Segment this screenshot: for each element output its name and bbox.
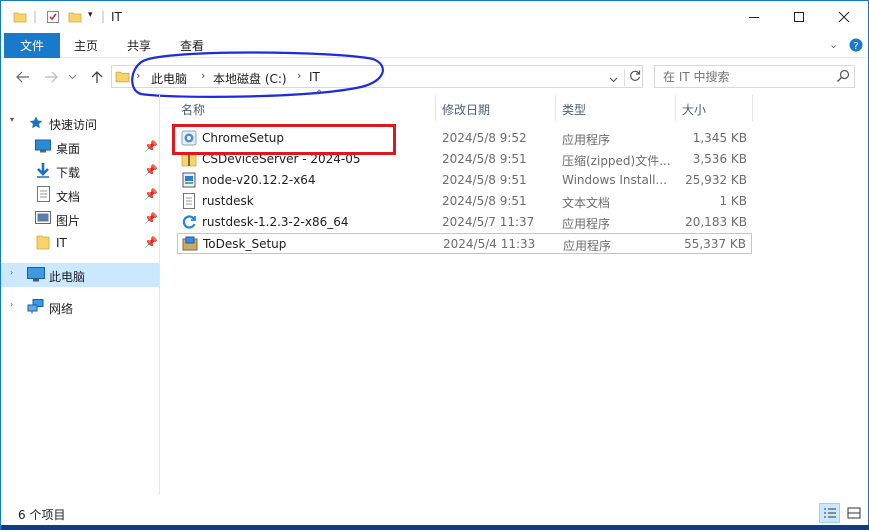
desktop-icon — [35, 139, 51, 156]
sidebar-item-downloads[interactable]: 下载 📌 — [1, 159, 159, 183]
sidebar-item-label: 图片 — [56, 214, 81, 228]
sidebar-item-label: 文档 — [56, 190, 81, 204]
pin-icon[interactable]: 📌 — [144, 236, 158, 249]
file-type: 应用程序 — [562, 217, 611, 231]
file-list: ^ 名称 修改日期 类型 大小 ChromeSetup 2024/5/8 9:5… — [161, 89, 868, 495]
sidebar-item-label: IT — [56, 236, 67, 250]
chevron-right-icon[interactable]: › — [10, 268, 13, 277]
folder-icon — [36, 234, 50, 253]
file-type: 应用程序 — [563, 239, 612, 253]
column-header-date[interactable]: 修改日期 — [436, 95, 556, 121]
file-size: 1,345 KB — [692, 131, 747, 145]
sidebar-item-it[interactable]: IT 📌 — [1, 231, 159, 255]
file-size: 3,536 KB — [692, 152, 747, 166]
sidebar-item-network[interactable]: › 网络 — [1, 295, 159, 319]
details-view-button[interactable] — [819, 503, 840, 523]
pin-icon[interactable]: 📌 — [144, 140, 158, 153]
explorer-window: | ▾ | IT 文件 主页 共享 查看 ⌄ ? › 此电脑 › 本地磁盘 (C… — [0, 0, 869, 530]
navigation-pane: ▾ 快速访问 桌面 📌 下载 📌 文档 📌 图片 📌 IT 📌 › 此电脑 › … — [1, 95, 160, 495]
star-icon — [28, 115, 44, 134]
column-label: 类型 — [562, 103, 587, 117]
file-row[interactable]: ToDesk_Setup 2024/5/4 11:33 应用程序 55,337 … — [177, 233, 752, 254]
file-name: rustdesk-1.2.3-2-x86_64 — [202, 215, 349, 229]
column-header-size[interactable]: 大小 — [676, 95, 753, 121]
pin-icon[interactable]: 📌 — [144, 164, 158, 177]
taskbar-edge — [1, 525, 869, 530]
file-size: 55,337 KB — [684, 237, 746, 251]
sidebar-item-label: 此电脑 — [49, 270, 86, 284]
sidebar-item-documents[interactable]: 文档 📌 — [1, 183, 159, 207]
sidebar-item-pictures[interactable]: 图片 📌 — [1, 207, 159, 231]
file-row[interactable]: rustdesk-1.2.3-2-x86_64 2024/5/7 11:37 应… — [177, 212, 752, 233]
file-type: 应用程序 — [562, 133, 611, 147]
file-date: 2024/5/8 9:52 — [442, 131, 527, 145]
file-date: 2024/5/4 11:33 — [443, 237, 536, 251]
file-date: 2024/5/8 9:51 — [442, 173, 527, 187]
download-icon — [36, 162, 50, 181]
column-label: 名称 — [181, 103, 206, 117]
sidebar-item-label: 桌面 — [56, 142, 81, 156]
document-icon — [37, 186, 50, 205]
sort-ascending-icon: ^ — [315, 89, 324, 100]
red-annotation-box — [172, 124, 396, 155]
sidebar-item-label: 快速访问 — [49, 118, 98, 132]
file-size: 20,183 KB — [685, 215, 747, 229]
sidebar-item-desktop[interactable]: 桌面 📌 — [1, 135, 159, 159]
file-name: ToDesk_Setup — [203, 237, 287, 251]
file-type: Windows Install... — [562, 173, 667, 187]
column-label: 大小 — [682, 103, 707, 117]
item-count: 6 个项目 — [18, 508, 66, 522]
chevron-right-icon[interactable]: › — [10, 300, 13, 309]
picture-icon — [35, 211, 51, 227]
file-date: 2024/5/8 9:51 — [442, 194, 527, 208]
todesk-installer-icon — [182, 236, 198, 252]
text-file-icon — [181, 193, 197, 209]
file-row[interactable]: rustdesk 2024/5/8 9:51 文本文档 1 KB — [177, 191, 752, 212]
sidebar-item-label: 下载 — [56, 166, 81, 180]
computer-icon — [27, 267, 45, 285]
msi-installer-icon — [181, 172, 197, 188]
chevron-down-icon[interactable]: ▾ — [10, 115, 14, 124]
pin-icon[interactable]: 📌 — [144, 188, 158, 201]
column-label: 修改日期 — [442, 103, 491, 117]
large-icons-view-icon — [847, 507, 860, 519]
file-date: 2024/5/7 11:37 — [442, 215, 535, 229]
large-icons-view-button[interactable] — [843, 503, 864, 523]
file-name: node-v20.12.2-x64 — [202, 173, 316, 187]
file-type: 文本文档 — [562, 196, 611, 210]
details-view-icon — [823, 508, 836, 518]
file-row[interactable]: node-v20.12.2-x64 2024/5/8 9:51 Windows … — [177, 170, 752, 191]
sidebar-item-quick-access[interactable]: ▾ 快速访问 — [1, 111, 159, 135]
file-type: 压缩(zipped)文件... — [562, 154, 671, 168]
file-size: 1 KB — [719, 194, 747, 208]
sidebar-item-label: 网络 — [49, 302, 74, 316]
file-size: 25,932 KB — [685, 173, 747, 187]
rustdesk-app-icon — [181, 214, 197, 230]
file-date: 2024/5/8 9:51 — [442, 152, 527, 166]
pin-icon[interactable]: 📌 — [144, 212, 158, 225]
column-header-type[interactable]: 类型 — [556, 95, 676, 121]
network-icon — [27, 299, 45, 317]
file-name: rustdesk — [202, 194, 254, 208]
sidebar-item-this-pc[interactable]: › 此电脑 — [1, 263, 159, 287]
column-header-name[interactable]: ^ 名称 — [175, 89, 436, 121]
